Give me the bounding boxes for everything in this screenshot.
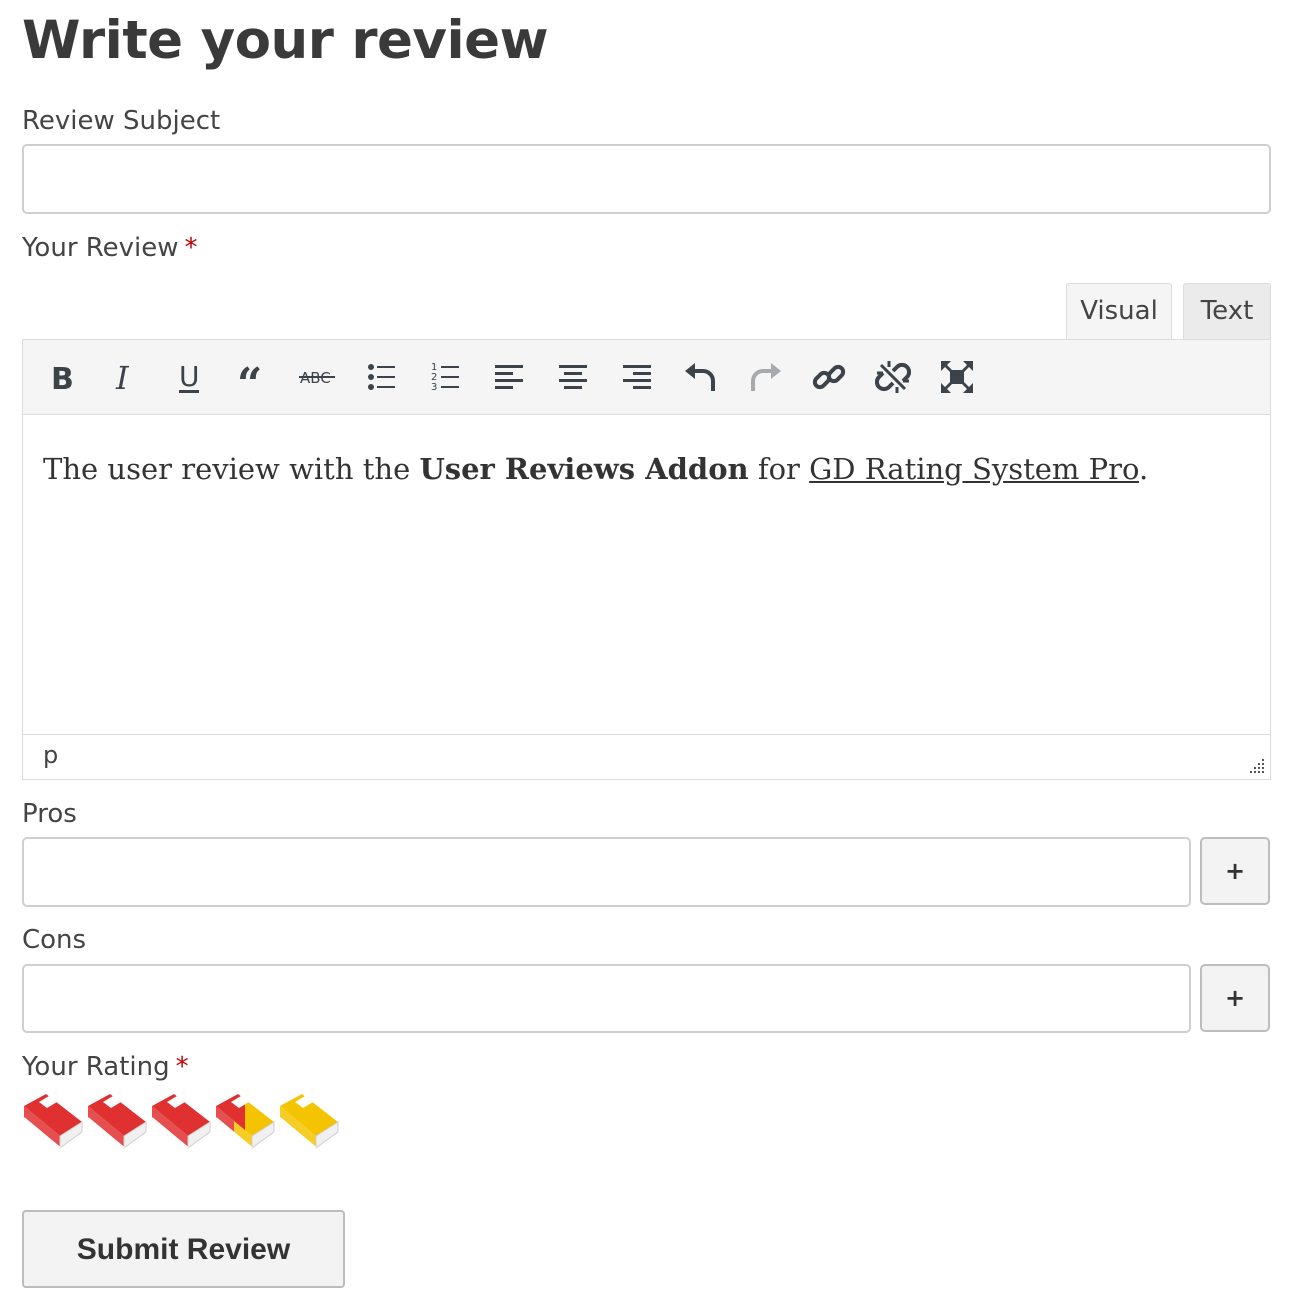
numbered-list-icon[interactable]: 1 2 3 [427, 359, 463, 395]
pros-label: Pros [22, 799, 77, 829]
cons-label: Cons [22, 925, 87, 955]
editor-content[interactable]: The user review with the User Reviews Ad… [43, 452, 1250, 486]
tab-text[interactable]: Text [1183, 283, 1271, 339]
review-subject-input[interactable] [22, 144, 1271, 214]
element-path[interactable]: p [43, 741, 58, 769]
page-title: Write your review [22, 10, 549, 71]
pros-input[interactable] [22, 837, 1191, 907]
rating-book-5[interactable] [278, 1092, 340, 1150]
content-text-before: The user review with the [43, 452, 420, 486]
add-con-button[interactable]: + [1200, 964, 1270, 1032]
rating-stars [22, 1092, 352, 1152]
rating-book-4[interactable] [214, 1092, 276, 1150]
strikethrough-icon[interactable]: ABC [299, 359, 335, 395]
add-pro-button[interactable]: + [1200, 837, 1270, 905]
undo-icon[interactable] [683, 359, 719, 395]
insert-link-icon[interactable] [811, 359, 847, 395]
underline-icon[interactable]: U [171, 359, 207, 395]
cons-input[interactable] [22, 964, 1191, 1033]
tab-visual[interactable]: Visual [1066, 283, 1172, 340]
svg-text:B: B [51, 362, 74, 395]
required-mark: * [175, 1052, 189, 1082]
svg-text:“: “ [237, 359, 262, 395]
editor-toolbar: B I U “ ABC 1 2 3 [23, 340, 1270, 415]
required-mark: * [184, 233, 198, 263]
rating-book-2[interactable] [86, 1092, 148, 1150]
bold-icon[interactable]: B [43, 359, 79, 395]
content-link[interactable]: GD Rating System Pro [809, 452, 1139, 486]
align-center-icon[interactable] [555, 359, 591, 395]
blockquote-icon[interactable]: “ [235, 359, 271, 395]
svg-text:I: I [115, 359, 130, 395]
your-review-label: Your Review * [22, 233, 198, 263]
svg-text:3: 3 [431, 382, 437, 393]
submit-review-button[interactable]: Submit Review [22, 1210, 345, 1288]
resize-handle-icon[interactable] [1246, 755, 1266, 775]
fullscreen-icon[interactable] [939, 359, 975, 395]
redo-icon[interactable] [747, 359, 783, 395]
italic-icon[interactable]: I [107, 359, 143, 395]
remove-link-icon[interactable] [875, 359, 911, 395]
editor-statusbar: p [23, 734, 1270, 779]
rating-book-1[interactable] [22, 1092, 84, 1150]
your-review-label-text: Your Review [22, 233, 179, 263]
align-left-icon[interactable] [491, 359, 527, 395]
your-rating-label-text: Your Rating [22, 1052, 170, 1082]
bullet-list-icon[interactable] [363, 359, 399, 395]
svg-text:U: U [179, 360, 200, 393]
content-bold-text: User Reviews Addon [419, 452, 749, 486]
review-editor: B I U “ ABC 1 2 3 The user review with t… [22, 339, 1271, 780]
content-text-middle: for [748, 452, 810, 486]
content-text-after: . [1138, 452, 1149, 486]
align-right-icon[interactable] [619, 359, 655, 395]
rating-book-3[interactable] [150, 1092, 212, 1150]
review-subject-label: Review Subject [22, 106, 221, 136]
your-rating-label: Your Rating * [22, 1052, 189, 1082]
